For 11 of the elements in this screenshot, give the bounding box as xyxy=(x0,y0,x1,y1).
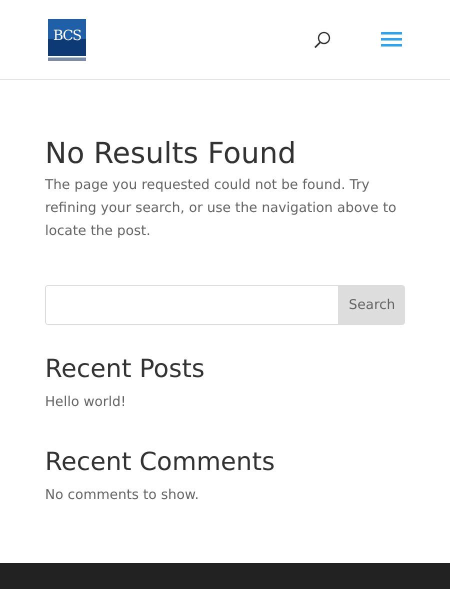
post-link[interactable]: Hello world! xyxy=(45,391,405,414)
logo[interactable]: BCS xyxy=(48,18,86,60)
page-title: No Results Found xyxy=(45,135,298,172)
section-heading: Recent Posts xyxy=(45,353,206,385)
search-field[interactable] xyxy=(45,285,339,325)
menu-icon[interactable] xyxy=(381,32,402,47)
search-icon[interactable] xyxy=(313,30,331,48)
not-found-message: The page you requested could not be found. Try refining your search, or use the navigation above to locate the post. xyxy=(45,176,398,241)
section-heading: Recent Comments xyxy=(45,446,276,478)
empty-comments-text: No comments to show. xyxy=(45,486,200,505)
search-button[interactable]: Search xyxy=(339,285,405,325)
